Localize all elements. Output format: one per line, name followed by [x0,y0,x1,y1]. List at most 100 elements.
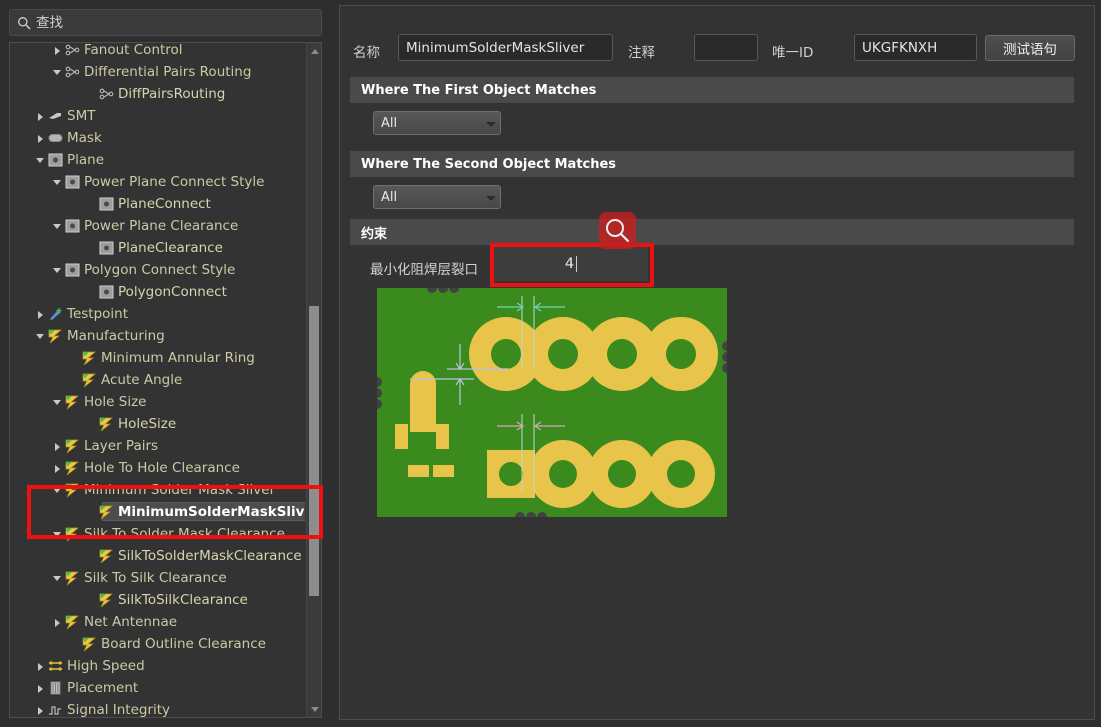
expand-arrow-closed-icon[interactable] [35,677,47,699]
tree-item[interactable]: Differential Pairs Routing [10,61,305,83]
tree-item[interactable]: Signal Integrity [10,699,305,717]
constraint-value-input[interactable]: 4 [494,247,648,281]
tree-item[interactable]: Minimum Solder Mask Sliver [10,479,305,501]
expand-arrow-closed-icon[interactable] [52,435,64,457]
expand-arrow-open-icon[interactable] [52,215,64,237]
expand-arrow-open-icon[interactable] [52,61,64,83]
constraint-value-text: 4 [564,256,575,272]
tree-item[interactable]: Silk To Silk Clearance [10,567,305,589]
expand-arrow-open-icon[interactable] [35,149,47,171]
tree-item[interactable]: PolygonConnect [10,281,305,303]
expand-arrow-closed-icon[interactable] [35,105,47,127]
tree-item[interactable]: Acute Angle [10,369,305,391]
tree-item[interactable]: SilkToSolderMaskClearance [10,545,305,567]
tree-item[interactable]: Plane [10,149,305,171]
chevron-down-icon[interactable] [482,112,500,134]
tree-item[interactable]: Polygon Connect Style [10,259,305,281]
expand-arrow-open-icon[interactable] [52,391,64,413]
expand-arrow-open-icon[interactable] [52,479,64,501]
tree-item[interactable]: Net Antennae [10,611,305,633]
test-query-button[interactable]: 测试语句 [985,35,1075,61]
tree-item-selected[interactable]: MinimumSolderMaskSliver* [10,501,305,523]
tree-item[interactable]: Board Outline Clearance [10,633,305,655]
expand-arrow-open-icon[interactable] [52,523,64,545]
manufacturing-icon [64,394,81,410]
first-object-scope-select[interactable]: All [373,111,501,135]
expand-arrow-closed-icon[interactable] [52,457,64,479]
tree-item[interactable]: Power Plane Connect Style [10,171,305,193]
tree-item[interactable]: SMT [10,105,305,127]
placement-icon [47,680,64,696]
second-object-scope-value: All [381,189,398,205]
second-object-scope-select[interactable]: All [373,185,501,209]
text-caret [576,256,578,272]
tree-item-label: Hole Size [84,394,147,410]
manufacturing-icon [64,460,81,476]
tree-item[interactable]: PlaneConnect [10,193,305,215]
pcb-preview-graphic [377,288,727,517]
expand-arrow-closed-icon[interactable] [35,699,47,717]
name-field[interactable]: MinimumSolderMaskSliver [398,34,613,61]
tree-item[interactable]: HoleSize [10,413,305,435]
plane-icon [47,152,64,168]
expand-arrow-closed-icon[interactable] [35,303,47,325]
tree-item[interactable]: Fanout Control [10,43,305,61]
tree-item[interactable]: Manufacturing [10,325,305,347]
tree-item[interactable]: Layer Pairs [10,435,305,457]
unique-id-field[interactable]: UKGFKNXH [854,34,977,61]
tree-item-label: HoleSize [118,416,177,432]
tree-item[interactable]: Power Plane Clearance [10,215,305,237]
manufacturing-icon [98,504,115,520]
expand-arrow-open-icon[interactable] [52,171,64,193]
tree-item[interactable]: Silk To Solder Mask Clearance [10,523,305,545]
tree-item[interactable]: Mask [10,127,305,149]
chevron-down-icon[interactable] [482,186,500,208]
tree-item-label: Differential Pairs Routing [84,64,252,80]
comment-field[interactable] [694,34,758,61]
tree-scrollbar[interactable] [306,43,321,717]
expand-arrow-open-icon[interactable] [52,259,64,281]
signal-icon [47,702,64,717]
tree-item[interactable]: PlaneClearance [10,237,305,259]
tree-item-label: Hole To Hole Clearance [84,460,240,476]
tree-item-label: Testpoint [67,306,129,322]
expand-arrow-closed-icon[interactable] [35,127,47,149]
tree-item[interactable]: Placement [10,677,305,699]
tree-item[interactable]: High Speed [10,655,305,677]
expand-arrow-open-icon[interactable] [35,325,47,347]
tree-item[interactable]: Minimum Annular Ring [10,347,305,369]
tree-item[interactable]: Hole Size [10,391,305,413]
expand-arrow-closed-icon[interactable] [35,655,47,677]
manufacturing-icon [81,372,98,388]
expand-arrow-closed-icon[interactable] [52,43,64,61]
unique-id-label: 唯一ID [772,45,814,61]
tree-item-label: High Speed [67,658,145,674]
tree-item-label: Minimum Solder Mask Sliver [84,482,276,498]
expand-arrow-open-icon[interactable] [52,567,64,589]
expand-arrow-closed-icon[interactable] [52,611,64,633]
tree-item[interactable]: DiffPairsRouting [10,83,305,105]
scroll-up-arrow-icon[interactable] [307,43,321,58]
scrollbar-thumb[interactable] [309,306,319,596]
comment-label: 注释 [628,45,655,61]
search-input[interactable]: 查找 [9,9,322,36]
tree-item-label: SilkToSolderMaskClearance [118,548,302,564]
tree-item[interactable]: Testpoint [10,303,305,325]
tree-item[interactable]: Hole To Hole Clearance [10,457,305,479]
tree-item-label: MinimumSolderMaskSliver [118,504,305,520]
testpoint-icon [47,306,64,322]
plane-icon [98,284,115,300]
fanout-icon [98,86,115,102]
tree-item-label: Net Antennae [84,614,178,630]
tree-item[interactable]: SilkToSilkClearance [10,589,305,611]
scroll-down-arrow-icon[interactable] [307,702,321,717]
